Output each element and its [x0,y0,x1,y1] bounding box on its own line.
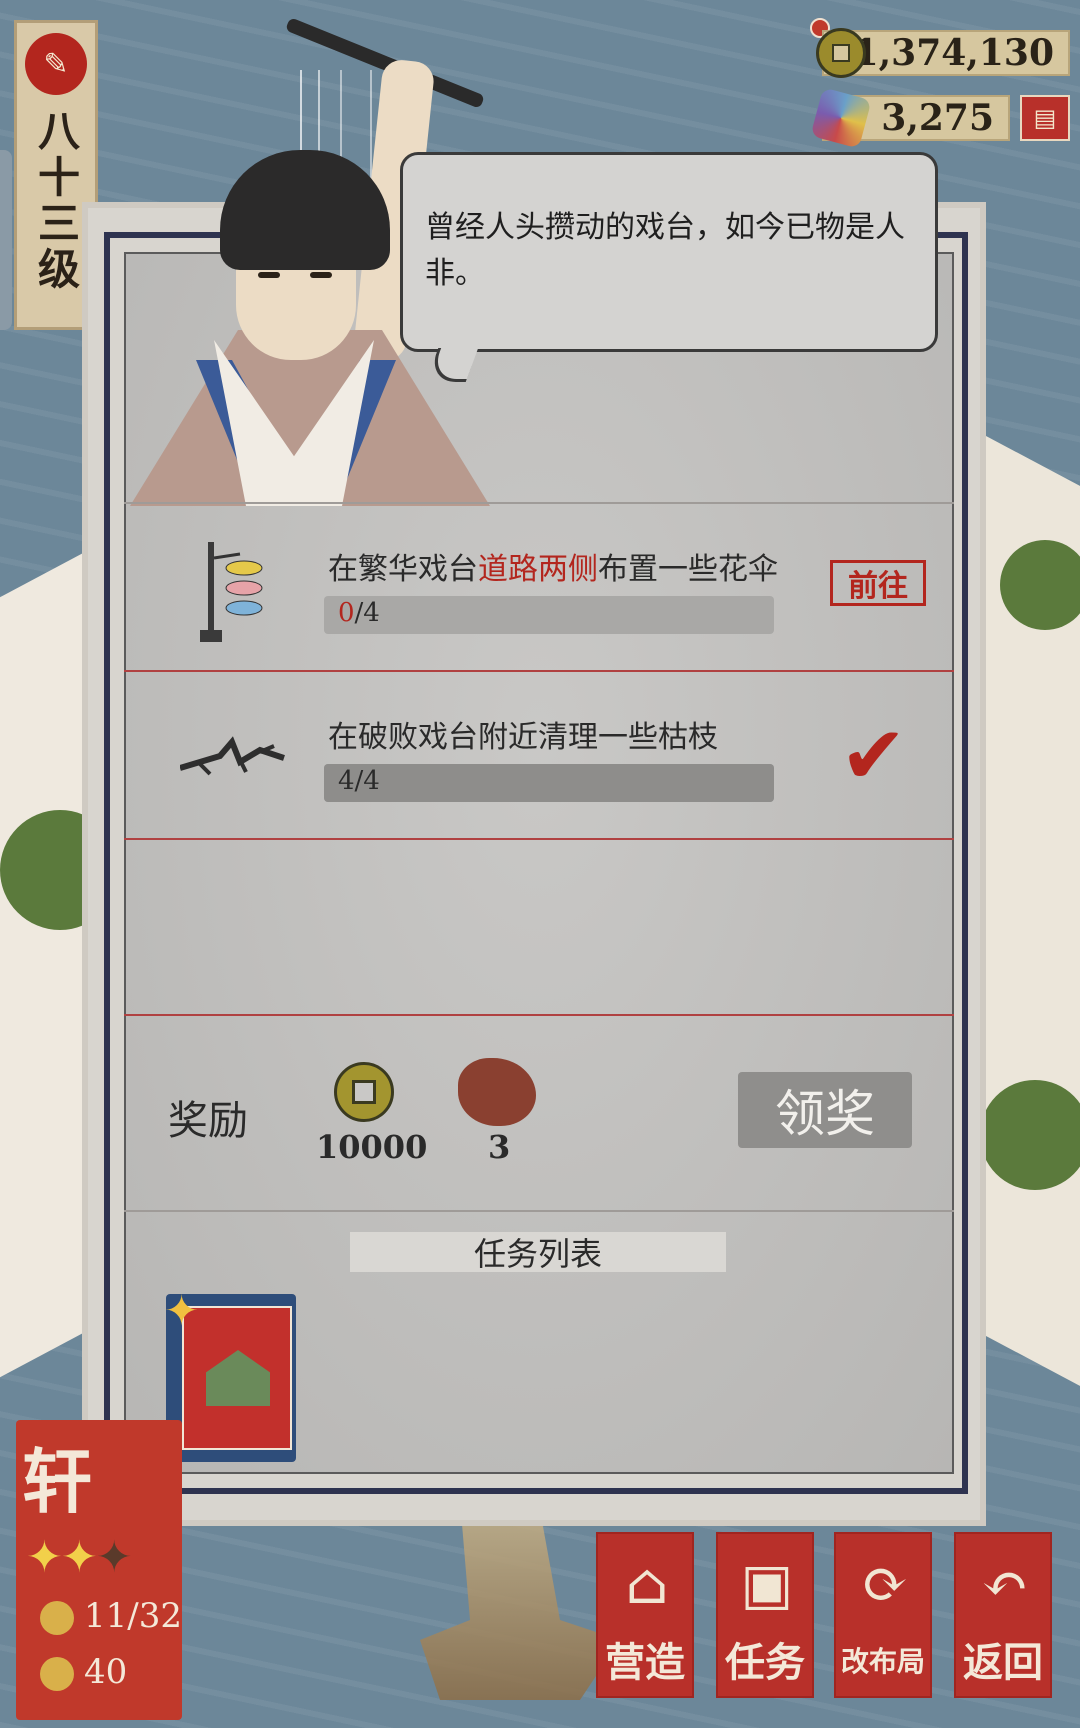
coins-counter[interactable]: 11,374,130 [816,28,1070,78]
reward-coin-value: 10000 [316,1128,428,1166]
parasol-rack-icon [180,534,290,644]
nav-label: 任务 [725,1639,805,1686]
happiness-face-icon [40,1657,74,1691]
dialog-text: 曾经人头攒动的戏台，如今已物是人非。 [425,210,905,291]
dialog-bubble: 曾经人头攒动的戏台，如今已物是人非。 [400,152,938,352]
house-icon [206,1350,270,1406]
dead-branches-icon [179,702,290,812]
copper-coin-icon [334,1062,394,1122]
happiness-stat: 40 [40,1652,127,1692]
population-stat: 11/32 [40,1596,182,1636]
city-stars: ✦✦✦ [26,1532,133,1583]
happiness-value: 40 [84,1652,128,1692]
side-pull-tab[interactable] [0,150,12,330]
nav-build-button[interactable]: ⌂ 营造 [596,1532,694,1698]
task-item: 在破败戏台附近清理一些枯枝 4/4 ✔ [124,670,954,842]
goto-button[interactable]: 前往 [830,560,926,606]
nav-label: 营造 [605,1639,685,1686]
nav-layout-button[interactable]: ⟳ 改布局 [834,1532,932,1698]
task-title: 在破败戏台附近清理一些枯枝 [328,720,718,755]
nav-return-button[interactable]: ↶ 返回 [954,1532,1052,1698]
progress-current: 0 [338,598,355,628]
level-banner: ✎ 八十三级 [14,20,98,330]
tree-decoration [1000,540,1080,630]
return-arrow-icon: ↶ [981,1552,1029,1617]
task-title-prefix: 在繁华戏台 [328,552,478,587]
task-title-suffix: 布置一些花伞 [598,552,778,587]
nav-task-button[interactable]: ▣ 任务 [716,1532,814,1698]
jade-counter[interactable]: 3,275 [810,87,1010,149]
task-progress-text: 0/4 [338,598,380,628]
completed-check-icon: ✔ [840,709,908,802]
task-list-title: 任务列表 [350,1232,726,1273]
task-progress-bar: 4/4 [324,764,774,802]
character-eye [310,272,332,278]
star-icon: ✦ [60,1532,98,1583]
task-book-icon: ▣ [740,1552,794,1617]
reward-label: 奖励 [168,1098,248,1144]
star-icon: ✦ [95,1532,133,1583]
population-icon [40,1601,74,1635]
nav-label: 改布局 [840,1645,925,1678]
task-list-card[interactable]: ✦ [164,1286,296,1462]
copper-coin-icon [816,28,866,78]
reward-ore-value: 3 [488,1128,511,1166]
shop-button[interactable]: ▤ [1020,95,1070,141]
task-progress-fill [324,764,774,802]
character-eye [258,272,280,278]
empty-task-slot [124,838,954,1016]
brush-seal-icon: ✎ [25,33,87,95]
task-title-highlight: 道路两侧 [478,552,598,587]
task-progress-text: 4/4 [338,766,380,796]
city-name: 轩 [22,1440,92,1523]
building-icon: ⌂ [625,1552,669,1617]
task-title: 在繁华戏台道路两侧布置一些花伞 [328,544,778,588]
divider [124,1210,954,1212]
claim-reward-button[interactable]: 领奖 [738,1072,912,1148]
jade-value: 3,275 [881,97,994,139]
task-progress-bar: 0/4 [324,596,774,634]
task-item: 在繁华戏台道路两侧布置一些花伞 0/4 前往 [124,502,954,674]
level-text: 八十三级 [31,109,81,293]
shop-icon: ▤ [1033,104,1057,132]
nav-label: 返回 [963,1639,1043,1686]
tree-decoration [980,1080,1080,1190]
progress-total: /4 [354,598,380,628]
population-value: 11/32 [84,1596,182,1636]
sparkle-star-icon: ✦ [164,1286,200,1335]
city-card[interactable]: 轩 ✦✦✦ 11/32 40 [16,1420,182,1720]
layout-icon: ⟳ [861,1552,909,1617]
star-icon: ✦ [26,1532,63,1583]
